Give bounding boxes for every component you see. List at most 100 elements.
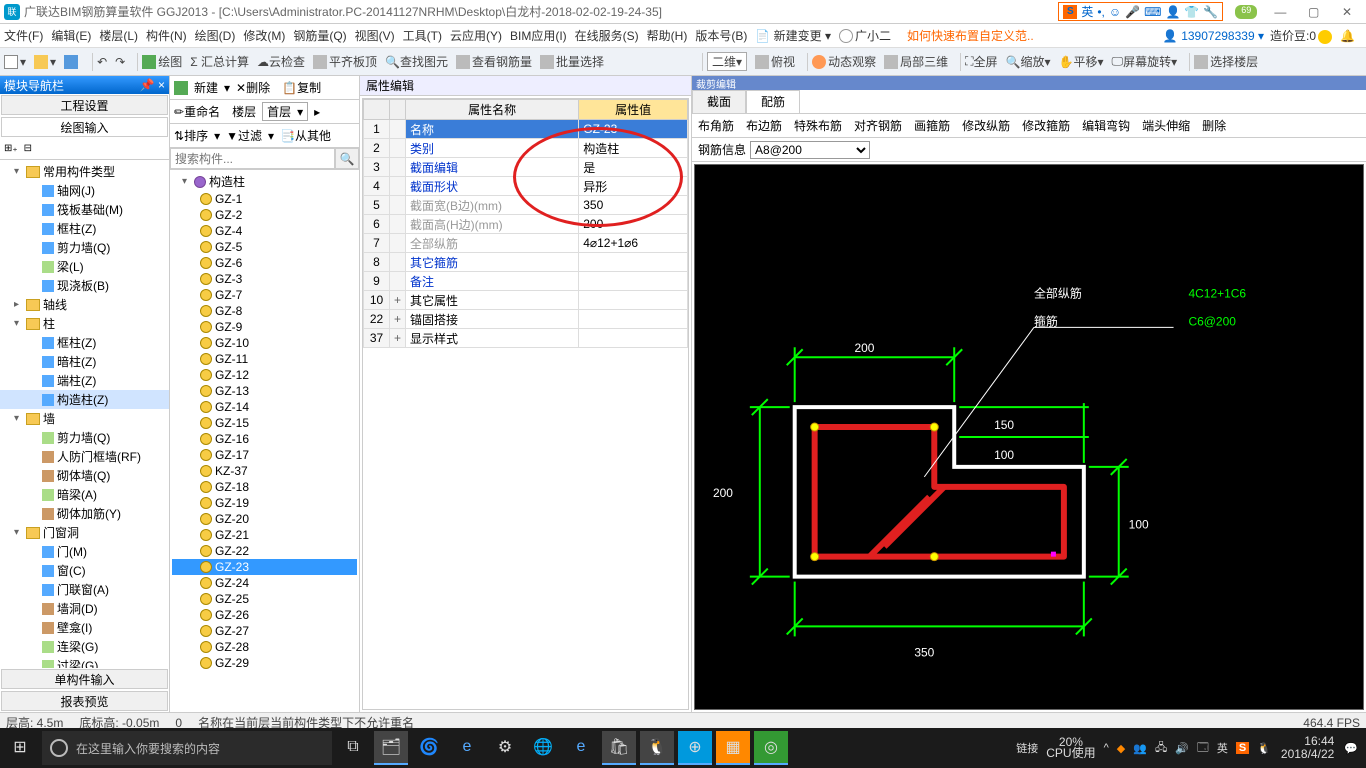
toolbar-redo-icon[interactable]: ↷ <box>115 55 125 69</box>
tree-item[interactable]: 墙洞(D) <box>0 599 169 618</box>
tree-item[interactable]: 筏板基础(M) <box>0 200 169 219</box>
menu-item[interactable]: 帮助(H) <box>647 27 688 44</box>
tray-ime-ch[interactable]: 英 <box>1217 740 1228 756</box>
menu-item[interactable]: 版本号(B) <box>695 27 747 44</box>
rebar-tool-button[interactable]: 布边筋 <box>746 117 782 134</box>
component-item[interactable]: GZ-9 <box>172 319 357 335</box>
menu-item[interactable]: 钢筋量(Q) <box>293 27 346 44</box>
menu-item[interactable]: 工具(T) <box>403 27 442 44</box>
pin-icon[interactable]: 📌 × <box>140 78 165 92</box>
component-item[interactable]: GZ-19 <box>172 495 357 511</box>
menu-item[interactable]: 云应用(Y) <box>450 27 502 44</box>
rebar-tool-button[interactable]: 编辑弯钩 <box>1082 117 1130 134</box>
rebar-tool-button[interactable]: 画箍筋 <box>914 117 950 134</box>
tray-notifications-icon[interactable]: 💬 <box>1344 742 1358 755</box>
task-edge-icon[interactable]: e <box>450 731 484 765</box>
component-root[interactable]: ▾构造柱 <box>172 172 357 191</box>
tree-item[interactable]: 构造柱(Z) <box>0 390 169 409</box>
tab-draw-input[interactable]: 绘图输入 <box>1 117 168 137</box>
component-tree[interactable]: ▾构造柱GZ-1GZ-2GZ-4GZ-5GZ-6GZ-3GZ-7GZ-8GZ-9… <box>170 170 359 712</box>
component-item[interactable]: GZ-18 <box>172 479 357 495</box>
start-button[interactable]: ⊞ <box>0 728 40 768</box>
toolbar-find-button[interactable]: 🔍 查找图元 <box>385 53 448 70</box>
property-grid[interactable]: 属性名称 属性值 1名称GZ-232类别构造柱3截面编辑是4截面形状异形5截面宽… <box>362 98 689 710</box>
window-minimize-button[interactable]: — <box>1265 5 1295 19</box>
tray-clock[interactable]: 16:442018/4/22 <box>1281 735 1334 761</box>
component-item[interactable]: GZ-12 <box>172 367 357 383</box>
component-item[interactable]: GZ-4 <box>172 223 357 239</box>
task-qq-icon[interactable]: 🐧 <box>640 731 674 765</box>
component-item[interactable]: GZ-10 <box>172 335 357 351</box>
from-other-button[interactable]: 📑 从其他 <box>280 127 337 144</box>
property-row[interactable]: 5截面宽(B边)(mm)350 <box>364 196 688 215</box>
property-row[interactable]: 7全部纵筋4⌀12+1⌀6 <box>364 234 688 253</box>
toolbar-draw-button[interactable]: 绘图 <box>142 53 182 70</box>
tray-cpu[interactable]: 20%CPU使用 <box>1042 737 1099 759</box>
menu-item[interactable]: 绘图(D) <box>195 27 236 44</box>
taskview-icon[interactable]: ⧉ <box>336 731 370 765</box>
delete-component-button[interactable]: ✕ 删除 <box>236 79 276 96</box>
help-tip-link[interactable]: 如何快速布置自定义范.. <box>907 27 1034 44</box>
property-row[interactable]: 8其它箍筋 <box>364 253 688 272</box>
task-orange-icon[interactable]: ▦ <box>716 731 750 765</box>
rebar-tool-button[interactable]: 修改箍筋 <box>1022 117 1070 134</box>
rebar-tool-button[interactable]: 特殊布筋 <box>794 117 842 134</box>
view-fullscreen-button[interactable]: ⛶ 全屏 <box>965 53 997 70</box>
tree-item[interactable]: 剪力墙(Q) <box>0 428 169 447</box>
toolbar-new-icon[interactable]: ▾ <box>4 55 26 69</box>
tree-item[interactable]: 砌体加筋(Y) <box>0 504 169 523</box>
tree-item[interactable]: ▸轴线 <box>0 295 169 314</box>
coin-balance[interactable]: 造价豆:0 <box>1270 27 1334 44</box>
view-zoom-button[interactable]: 🔍 缩放 ▾ <box>1006 53 1051 70</box>
component-item[interactable]: GZ-24 <box>172 575 357 591</box>
tree-item[interactable]: 轴网(J) <box>0 181 169 200</box>
tree-item[interactable]: ▾门窗洞 <box>0 523 169 542</box>
toolbar-sum-button[interactable]: Σ 汇总计算 <box>190 53 249 70</box>
tree-item[interactable]: 框柱(Z) <box>0 219 169 238</box>
account-phone[interactable]: 👤 13907298339 ▾ <box>1163 29 1264 43</box>
task-green-icon[interactable]: ◎ <box>754 731 788 765</box>
mini-tool-icon-1[interactable]: ⊞₊ <box>4 143 18 154</box>
property-row[interactable]: 10+其它属性 <box>364 291 688 310</box>
windows-search[interactable]: 在这里输入你要搜索的内容 <box>42 731 332 765</box>
property-row[interactable]: 9备注 <box>364 272 688 291</box>
tree-item[interactable]: 人防门框墙(RF) <box>0 447 169 466</box>
component-item[interactable]: GZ-20 <box>172 511 357 527</box>
component-item[interactable]: GZ-27 <box>172 623 357 639</box>
tab-section[interactable]: 截面 <box>692 90 746 113</box>
new-component-button[interactable]: 新建 ▾ <box>174 79 230 96</box>
copy-component-button[interactable]: 📋 复制 <box>282 79 327 96</box>
property-row[interactable]: 3截面编辑是 <box>364 158 688 177</box>
component-item[interactable]: GZ-23 <box>172 559 357 575</box>
component-item[interactable]: GZ-21 <box>172 527 357 543</box>
sort-button[interactable]: ⇅ 排序 ▾ <box>174 127 220 144</box>
ime-toolbar[interactable]: S 英 •, ☺ 🎤 ⌨ 👤 👕 🔧 <box>1058 2 1223 21</box>
tray-up-icon[interactable]: ^ <box>1104 742 1109 754</box>
component-item[interactable]: GZ-13 <box>172 383 357 399</box>
toolbar-save-icon[interactable] <box>64 55 80 69</box>
new-change-button[interactable]: 📄 新建变更 ▾ <box>755 27 831 44</box>
tray-battery-icon[interactable]: 🗔 <box>1197 739 1209 758</box>
menu-item[interactable]: 文件(F) <box>4 27 43 44</box>
menu-item[interactable]: 在线服务(S) <box>575 27 639 44</box>
component-item[interactable]: KZ-37 <box>172 463 357 479</box>
toolbar-cloud-check-button[interactable]: ☁ 云检查 <box>257 53 305 70</box>
component-item[interactable]: GZ-7 <box>172 287 357 303</box>
tree-item[interactable]: 端柱(Z) <box>0 371 169 390</box>
rebar-tool-button[interactable]: 删除 <box>1202 117 1226 134</box>
floor-next-icon[interactable]: ▸ <box>314 105 320 119</box>
tab-rebar[interactable]: 配筋 <box>746 90 800 113</box>
toolbar-undo-icon[interactable]: ↶ <box>97 55 107 69</box>
search-component-input[interactable] <box>170 148 335 169</box>
rebar-tool-button[interactable]: 布角筋 <box>698 117 734 134</box>
select-floor-button[interactable]: 选择楼层 <box>1194 53 1258 70</box>
tab-project-settings[interactable]: 工程设置 <box>1 95 168 115</box>
property-row[interactable]: 37+显示样式 <box>364 329 688 348</box>
view-mode-combo[interactable]: 二维 ▾ <box>707 52 747 71</box>
filter-button[interactable]: ▼ 过滤 ▾ <box>226 127 274 144</box>
component-item[interactable]: GZ-16 <box>172 431 357 447</box>
rebar-tool-button[interactable]: 修改纵筋 <box>962 117 1010 134</box>
property-row[interactable]: 6截面高(H边)(mm)200 <box>364 215 688 234</box>
component-item[interactable]: GZ-2 <box>172 207 357 223</box>
component-item[interactable]: GZ-28 <box>172 639 357 655</box>
